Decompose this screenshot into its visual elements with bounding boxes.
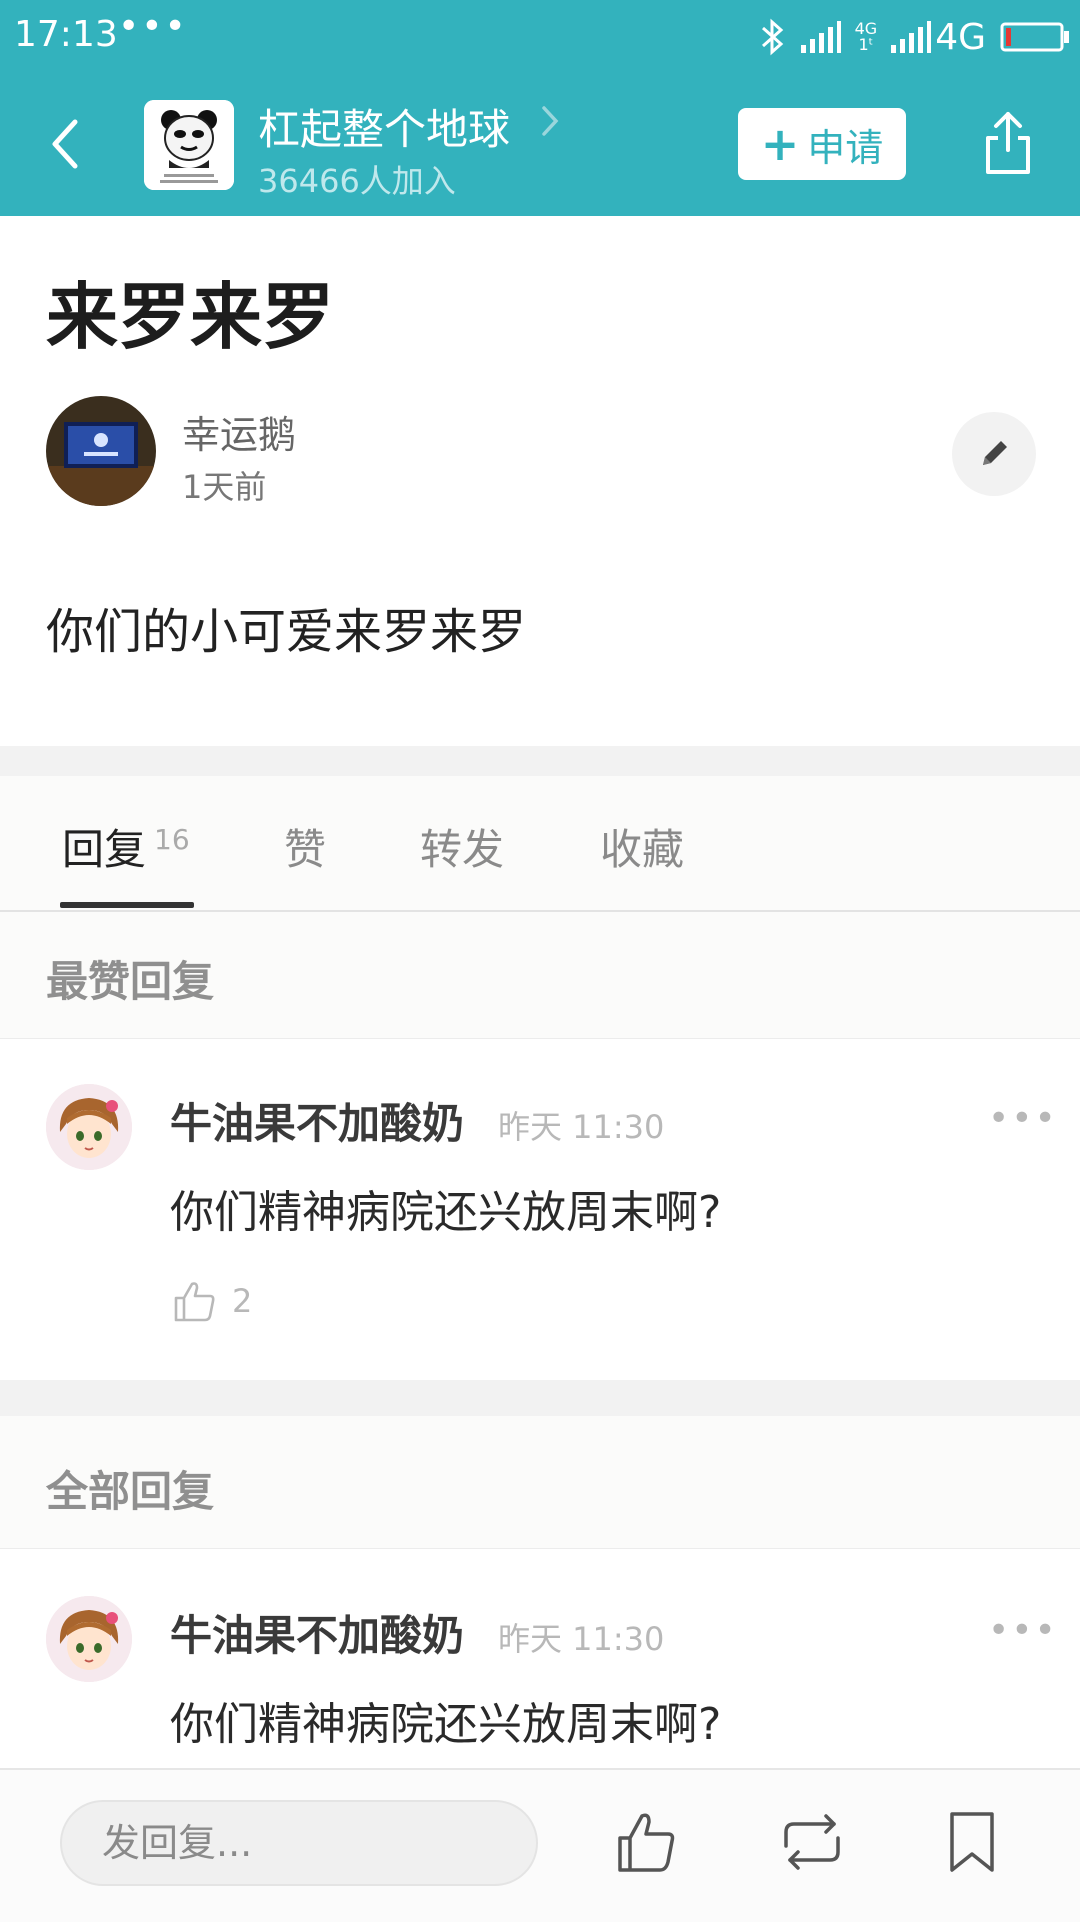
post-body: 你们的小可爱来罗来罗 xyxy=(46,604,527,660)
status-more-dots: ••• xyxy=(118,6,188,47)
comment-like-count: 2 xyxy=(232,1282,253,1320)
network-4g-small: 4G 1ᵗ xyxy=(854,19,878,54)
author-avatar[interactable] xyxy=(46,396,156,506)
signal-icon xyxy=(800,21,841,53)
post-title: 来罗来罗 xyxy=(46,275,335,359)
bottom-action-bar xyxy=(0,1768,1080,1922)
network-4g: 4G xyxy=(935,16,986,58)
section-top-replies-label: 最赞回复 xyxy=(46,957,215,1006)
commenter-avatar[interactable] xyxy=(46,1596,132,1682)
divider-band xyxy=(0,1380,1080,1416)
pencil-icon xyxy=(983,441,1007,465)
commenter-name[interactable]: 牛油果不加酸奶 xyxy=(170,1090,464,1151)
comment-like-button[interactable]: 2 xyxy=(172,1278,252,1324)
anime-girl-avatar xyxy=(46,1596,132,1682)
comment-time: 昨天 11:30 xyxy=(498,1620,665,1658)
group-member-count: 36466人加入 xyxy=(258,162,456,200)
signal-icon-2 xyxy=(891,21,932,53)
battery-icon xyxy=(1000,22,1069,52)
chevron-left-icon xyxy=(52,119,78,169)
comment-text: 你们精神病院还兴放周末啊? xyxy=(170,1699,722,1750)
tab-reply[interactable]: 回复 16 xyxy=(62,816,190,877)
tab-favorite[interactable]: 收藏 xyxy=(600,816,684,877)
post-time: 1天前 xyxy=(182,468,267,506)
author-name[interactable]: 幸运鹅 xyxy=(182,404,296,459)
back-button[interactable] xyxy=(40,112,88,176)
tab-forward[interactable]: 转发 xyxy=(420,816,504,877)
more-options-button[interactable]: ••• xyxy=(988,1098,1058,1139)
more-options-button[interactable]: ••• xyxy=(988,1610,1058,1651)
repost-icon[interactable] xyxy=(776,1806,848,1878)
status-icons: 4G 1ᵗ 4G xyxy=(745,12,1070,62)
tab-bar: 回复 16 赞 转发 收藏 xyxy=(0,776,1080,912)
section-all-replies: 全部回复 xyxy=(0,1416,1080,1549)
anime-girl-avatar xyxy=(46,1084,132,1170)
comment-item: 牛油果不加酸奶 昨天 11:30 ••• 你们精神病院还兴放周末啊? xyxy=(0,1550,1080,1768)
commenter-avatar[interactable] xyxy=(46,1084,132,1170)
thumb-up-icon[interactable] xyxy=(614,1806,678,1878)
section-all-replies-label: 全部回复 xyxy=(46,1467,215,1516)
tab-reply-label: 回复 xyxy=(62,825,147,874)
bookmark-icon[interactable] xyxy=(944,1806,1000,1878)
tab-like[interactable]: 赞 xyxy=(284,816,326,877)
chevron-right-icon[interactable] xyxy=(540,104,560,138)
group-avatar[interactable] xyxy=(144,100,234,190)
status-time: 17:13 xyxy=(14,14,118,55)
plus-icon: + xyxy=(760,117,800,171)
share-icon[interactable] xyxy=(980,108,1036,178)
reply-input[interactable] xyxy=(60,1800,538,1886)
apply-join-button[interactable]: + 申请 xyxy=(738,108,906,180)
thumb-up-icon xyxy=(174,1282,215,1322)
tab-reply-count: 16 xyxy=(154,823,190,856)
app-header: 17:13 ••• 4G 1ᵗ 4G 杠起整个地球 36466人加入 + 申请 xyxy=(0,0,1080,216)
active-tab-indicator xyxy=(60,902,194,908)
commenter-name[interactable]: 牛油果不加酸奶 xyxy=(170,1602,464,1663)
edit-button[interactable] xyxy=(952,412,1036,496)
comment-time: 昨天 11:30 xyxy=(498,1108,665,1146)
apply-label: 申请 xyxy=(807,125,884,170)
divider-band xyxy=(0,746,1080,776)
section-top-replies: 最赞回复 xyxy=(0,912,1080,1039)
panda-meme-icon xyxy=(144,100,234,190)
comment-text: 你们精神病院还兴放周末啊? xyxy=(170,1187,722,1238)
tv-room-photo xyxy=(46,396,156,506)
comment-item: 牛油果不加酸奶 昨天 11:30 ••• 你们精神病院还兴放周末啊? 2 xyxy=(0,1038,1080,1380)
group-name[interactable]: 杠起整个地球 xyxy=(258,96,510,157)
bluetooth-icon xyxy=(761,18,783,56)
